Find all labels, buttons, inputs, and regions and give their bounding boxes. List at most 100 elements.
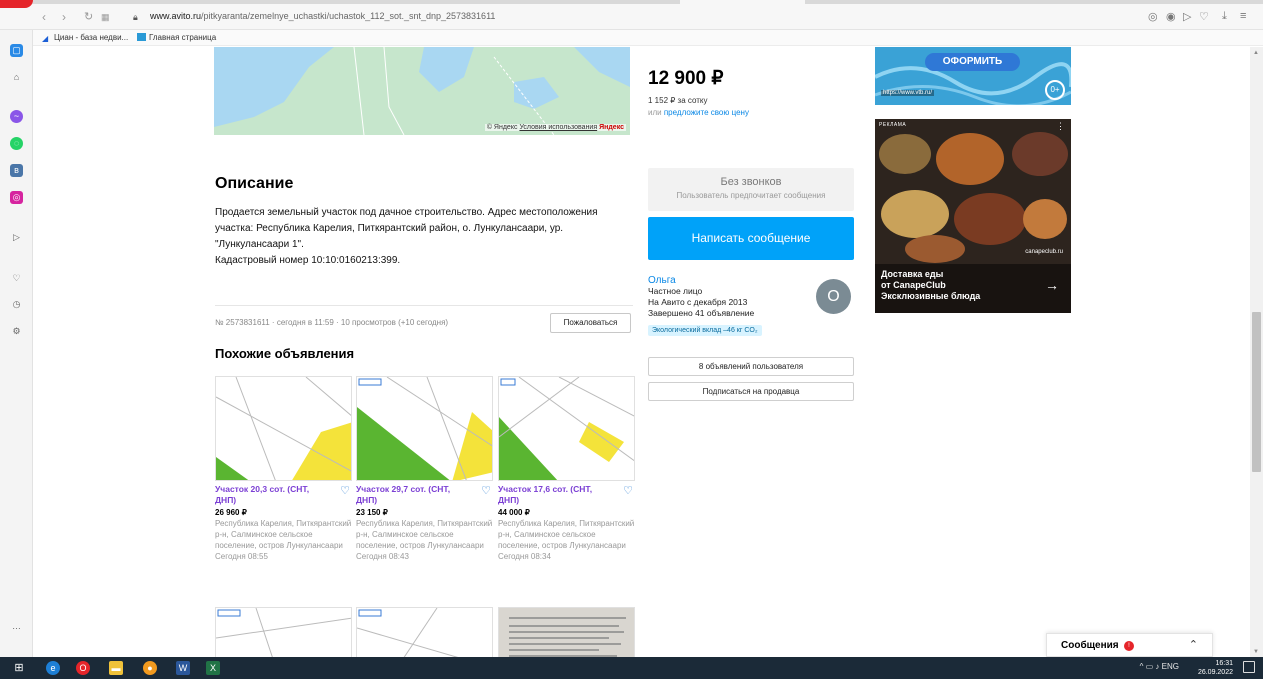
listing-address: Республика Карелия, Питкярантский р-н, С…	[498, 519, 635, 550]
description-text: Продается земельный участок под дачное с…	[215, 207, 598, 250]
messages-panel[interactable]: Сообщения ! ⌃	[1046, 633, 1213, 657]
chevron-up-icon[interactable]: ⌃	[1189, 638, 1198, 651]
yandex-logo[interactable]: Яндекс	[599, 124, 624, 131]
back-icon[interactable]: ‹	[42, 10, 46, 24]
similar-card-thumbnail[interactable]	[498, 607, 635, 657]
clock-time: 16:31	[1215, 660, 1233, 667]
description-title: Описание	[215, 175, 294, 192]
ad-caption-line: от CanapeClub	[881, 280, 946, 290]
report-button[interactable]: Пожаловаться	[550, 313, 631, 333]
file-explorer-icon[interactable]: ▬	[109, 661, 123, 675]
easy-setup-icon[interactable]: ≡	[1240, 10, 1246, 22]
excel-icon[interactable]: X	[206, 661, 220, 675]
notification-dot-icon: !	[1124, 641, 1134, 651]
opera-icon[interactable]: O	[76, 661, 90, 675]
map-copyright: © Яндекс	[486, 124, 518, 131]
page-scrollbar[interactable]: ▲ ▼	[1250, 47, 1263, 657]
age-rating-badge: 0+	[1045, 80, 1065, 100]
favorites-icon[interactable]: ♡	[10, 272, 23, 285]
offer-price-link[interactable]: предложите свою цену	[664, 108, 749, 117]
ad-brand-url: canapeclub.ru	[1025, 249, 1063, 255]
home-icon[interactable]: ⌂	[10, 71, 23, 84]
tab-strip[interactable]	[0, 0, 1263, 4]
plot-thumbnail[interactable]	[215, 376, 352, 481]
settings-icon[interactable]: ⚙	[10, 325, 23, 338]
map-credit: © Яндекс Условия использования Яндекс	[484, 124, 626, 131]
opera-menu-icon[interactable]	[0, 0, 33, 8]
send-icon[interactable]: ▷	[1183, 10, 1191, 23]
scroll-up-icon[interactable]: ▲	[1253, 50, 1259, 56]
volume-icon[interactable]: ♪	[1155, 662, 1159, 671]
bookmark-label: Циан - база недви...	[54, 33, 129, 42]
similar-card-thumbnail[interactable]	[215, 607, 352, 657]
plot-thumbnail[interactable]	[356, 376, 493, 481]
document-scan-image	[509, 617, 626, 657]
no-calls-title: Без звонков	[720, 176, 782, 188]
windows-start-icon[interactable]: ⊞	[12, 661, 26, 675]
plot-thumbnail[interactable]	[498, 376, 635, 481]
similar-card-thumbnail[interactable]	[356, 607, 493, 657]
canapeclub-ad[interactable]: РЕКЛАМА ⋮ canapeclub.ru Доставка еды от …	[875, 119, 1071, 313]
listing-title-link[interactable]: Участок 20,3 сот. (СНТ, ДНП)	[215, 484, 330, 506]
location-map[interactable]: © Яндекс Условия использования Яндекс	[214, 47, 630, 135]
write-message-button[interactable]: Написать сообщение	[648, 217, 854, 260]
heart-icon[interactable]: ♡	[1199, 10, 1209, 23]
clock[interactable]: 16:31 26.09.2022	[1193, 659, 1233, 677]
bookmarks-bar: ◢ Циан - база недви... Главная страница	[0, 30, 1263, 46]
edge-icon[interactable]: e	[46, 661, 60, 675]
seller-avatar[interactable]: О	[816, 279, 851, 314]
whatsapp-icon[interactable]: ◌	[10, 137, 23, 150]
favorite-heart-icon[interactable]: ♡	[623, 484, 633, 497]
url-host: www.avito.ru	[150, 11, 202, 21]
arrow-right-icon[interactable]: →	[1045, 277, 1059, 293]
forward-icon[interactable]: ›	[62, 10, 66, 24]
similar-title: Похожие объявления	[215, 346, 355, 361]
camera-icon[interactable]: ◎	[1148, 10, 1158, 23]
ad-caption: Доставка еды от CanapeClub Эксклюзивные …	[881, 269, 980, 302]
cian-icon: ◢	[42, 34, 49, 43]
similar-card[interactable]: ♡ Участок 20,3 сот. (СНТ, ДНП) 26 960 ₽ …	[215, 376, 352, 562]
vpn-icon[interactable]: ◉	[1166, 10, 1176, 23]
vtb-ad-banner[interactable]: ОФОРМИТЬ https://www.vtb.ru/ 0+	[875, 47, 1071, 105]
scroll-thumb[interactable]	[1252, 312, 1261, 472]
similar-card[interactable]: ♡ Участок 29,7 сот. (СНТ, ДНП) 23 150 ₽ …	[356, 376, 493, 562]
ad-menu-icon[interactable]: ⋮	[1056, 121, 1065, 132]
language-indicator[interactable]: ENG	[1162, 662, 1179, 671]
active-tab[interactable]	[680, 0, 805, 4]
instagram-icon[interactable]: ◎	[10, 191, 23, 204]
workspace-icon[interactable]: ▢	[10, 44, 23, 57]
plot-plan-image	[216, 377, 351, 480]
history-icon[interactable]: ◷	[10, 298, 23, 311]
speed-dial-icon[interactable]: ▦	[101, 10, 110, 24]
bookmark-home[interactable]: Главная страница	[137, 33, 216, 42]
map-terms-link[interactable]: Условия использования	[519, 124, 597, 131]
system-tray[interactable]: ^ ▭ ♪ ENG	[1140, 662, 1179, 671]
similar-card[interactable]: ♡ Участок 17,6 сот. (СНТ, ДНП) 44 000 ₽ …	[498, 376, 635, 562]
tray-chevron-icon[interactable]: ^	[1140, 662, 1144, 671]
scroll-down-icon[interactable]: ▼	[1253, 649, 1259, 655]
subscribe-seller-button[interactable]: Подписаться на продавца	[648, 382, 854, 401]
favorite-heart-icon[interactable]: ♡	[481, 484, 491, 497]
listing-title-link[interactable]: Участок 29,7 сот. (СНТ, ДНП)	[356, 484, 471, 506]
word-icon[interactable]: W	[176, 661, 190, 675]
favorite-heart-icon[interactable]: ♡	[340, 484, 350, 497]
ad-apply-button[interactable]: ОФОРМИТЬ	[925, 53, 1020, 71]
flow-icon[interactable]: ▷	[10, 231, 23, 244]
more-icon[interactable]: …	[10, 620, 23, 633]
address-bar[interactable]: www.avito.ru/pitkyaranta/zemelnye_uchast…	[150, 11, 495, 21]
listing-address: Республика Карелия, Питкярантский р-н, С…	[356, 519, 493, 550]
messenger-icon[interactable]: ~	[10, 110, 23, 123]
bookmark-cian[interactable]: ◢ Циан - база недви...	[42, 33, 129, 43]
vk-icon[interactable]: в	[10, 164, 23, 177]
listing-title-link[interactable]: Участок 17,6 сот. (СНТ, ДНП)	[498, 484, 613, 506]
notification-center-icon[interactable]	[1243, 661, 1255, 673]
seller-listings-button[interactable]: 8 объявлений пользователя	[648, 357, 854, 376]
network-icon[interactable]: ▭	[1146, 662, 1154, 671]
eco-badge[interactable]: Экологический вклад –46 кг CO₂	[648, 325, 762, 336]
plot-plan-image	[357, 608, 459, 657]
page-content: © Яндекс Условия использования Яндекс Оп…	[34, 47, 1250, 657]
reload-icon[interactable]: ↻	[84, 10, 93, 24]
ad-label: РЕКЛАМА	[879, 122, 907, 128]
download-icon[interactable]: ⤓	[1222, 10, 1227, 23]
app-icon[interactable]: ●	[143, 661, 157, 675]
